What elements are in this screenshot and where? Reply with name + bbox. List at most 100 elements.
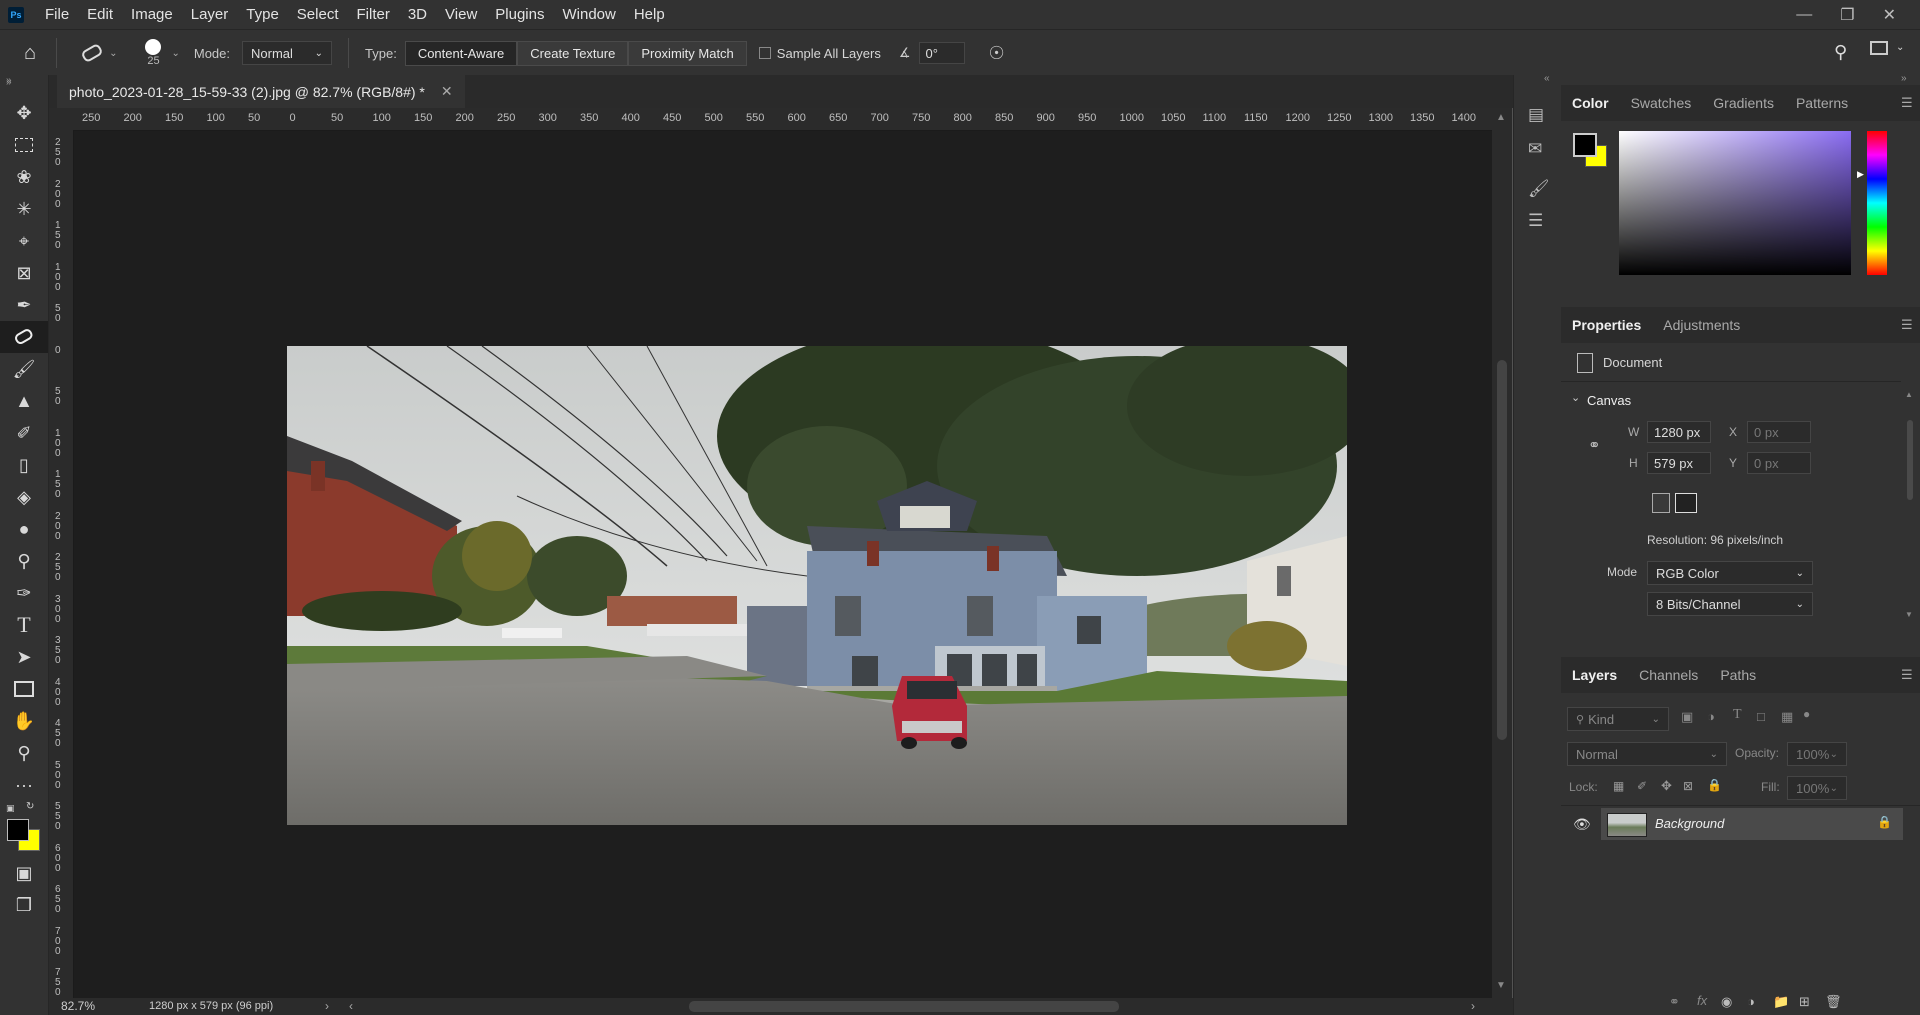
horizontal-ruler[interactable]: 250 200 150 100 50 0 50 100 150 200 250 300 350 400 45… [74, 108, 1492, 131]
vertical-ruler[interactable]: 2 5 0 2 0 0 1 5 0 1 0 0 5 0 0 5 0 1 0 0 1 5 0 2 0… [49, 130, 74, 998]
y-input[interactable]: 0 px [1747, 452, 1811, 474]
width-input[interactable]: 1280 px [1647, 421, 1711, 443]
filter-shape-icon[interactable]: □ [1757, 709, 1765, 724]
proximity-match-button[interactable]: Proximity Match [628, 40, 747, 66]
move-tool-icon[interactable]: ✥ [0, 97, 48, 129]
menu-layer[interactable]: Layer [182, 0, 238, 29]
panel-menu-icon[interactable]: ☰ [1901, 317, 1913, 333]
lock-icon[interactable]: 🔒 [1877, 815, 1892, 829]
hue-slider[interactable] [1867, 131, 1887, 275]
link-layers-icon[interactable]: ⚭ [1669, 994, 1680, 1010]
layer-filter-select[interactable]: ⚲ Kind ⌄ [1567, 707, 1669, 731]
menu-plugins[interactable]: Plugins [486, 0, 553, 29]
brush-size-picker[interactable]: 25 [145, 39, 162, 67]
filter-type-icon[interactable]: T [1733, 707, 1742, 723]
fx-icon[interactable]: fx [1697, 993, 1707, 1008]
color-field[interactable] [1619, 131, 1851, 275]
filter-adjustment-icon[interactable]: ◑ [1707, 709, 1715, 724]
menu-view[interactable]: View [436, 0, 486, 29]
healing-brush-preset-icon[interactable]: ⌄ [81, 44, 117, 62]
marquee-tool-icon[interactable] [0, 129, 48, 161]
history-icon[interactable]: ▤ [1528, 105, 1544, 125]
photoshop-logo[interactable]: Ps [8, 6, 24, 23]
eraser-tool-icon[interactable]: ▯ [0, 449, 48, 481]
healing-brush-tool-icon[interactable] [0, 321, 48, 353]
angle-input[interactable]: 0° [918, 42, 965, 64]
tab-paths[interactable]: Paths [1709, 667, 1767, 683]
lock-image-icon[interactable]: ✐ [1637, 779, 1647, 793]
expand-icon[interactable]: » [6, 77, 12, 88]
screen-mode-icon[interactable]: ❐ [0, 889, 48, 921]
content-aware-button[interactable]: Content-Aware [404, 40, 518, 66]
close-tab-icon[interactable]: ✕ [441, 83, 453, 100]
portrait-orientation-icon[interactable] [1652, 493, 1670, 513]
blend-mode-select[interactable]: Normal ⌄ [1567, 742, 1727, 766]
panel-menu-icon[interactable]: ☰ [1901, 95, 1913, 111]
workspace-icon[interactable] [1870, 41, 1888, 55]
chevron-right-icon[interactable]: › [325, 999, 329, 1013]
tab-properties[interactable]: Properties [1561, 317, 1652, 333]
chevron-down-icon[interactable]: ⌄ [171, 48, 179, 59]
menu-image[interactable]: Image [122, 0, 182, 29]
zoom-level[interactable]: 82.7% [61, 999, 95, 1013]
bit-depth-select[interactable]: 8 Bits/Channel ⌄ [1647, 592, 1813, 616]
eyedropper-tool-icon[interactable]: ✒ [0, 289, 48, 321]
tab-color[interactable]: Color [1561, 95, 1620, 111]
scroll-thumb[interactable] [1497, 360, 1507, 740]
document-tab[interactable]: photo_2023-01-28_15-59-33 (2).jpg @ 82.7… [57, 75, 465, 108]
brushes-icon[interactable]: 🖌 [1528, 179, 1550, 199]
tab-layers[interactable]: Layers [1561, 667, 1628, 683]
scroll-down-icon[interactable]: ▼ [1496, 980, 1506, 991]
blur-tool-icon[interactable]: ● [0, 513, 48, 545]
sample-all-layers-checkbox[interactable] [758, 47, 771, 59]
menu-filter[interactable]: Filter [348, 0, 399, 29]
canvas-vertical-scrollbar[interactable]: ▲ ▼ [1492, 108, 1512, 998]
tab-gradients[interactable]: Gradients [1702, 95, 1785, 111]
menu-type[interactable]: Type [237, 0, 288, 29]
lock-transparent-icon[interactable]: ▦ [1613, 779, 1624, 793]
properties-scrollbar[interactable]: ▲ ▼ [1905, 390, 1915, 620]
opacity-input[interactable]: 100% ⌄ [1787, 742, 1847, 766]
menu-select[interactable]: Select [288, 0, 348, 29]
restore-icon[interactable]: ❐ [1840, 5, 1854, 25]
filter-smart-object-icon[interactable]: ▦ [1781, 709, 1793, 725]
lock-artboard-icon[interactable]: ⊠ [1683, 779, 1693, 793]
brush-tool-icon[interactable]: 🖌 [0, 353, 48, 385]
crop-tool-icon[interactable]: ⌖ [0, 225, 48, 257]
fill-input[interactable]: 100% ⌄ [1787, 776, 1847, 800]
horizontal-scroll-thumb[interactable] [689, 1001, 1119, 1012]
lock-all-icon[interactable]: 🔒 [1707, 778, 1722, 792]
scroll-up-icon[interactable]: ▲ [1496, 112, 1506, 123]
home-icon[interactable]: ⌂ [24, 42, 36, 65]
pen-tool-icon[interactable]: ✑ [0, 577, 48, 609]
filter-toggle-icon[interactable]: ● [1803, 707, 1810, 721]
color-mode-select[interactable]: RGB Color ⌄ [1647, 561, 1813, 585]
new-layer-icon[interactable]: ⊞ [1799, 994, 1810, 1010]
new-group-icon[interactable]: 📁 [1773, 994, 1789, 1010]
hue-slider-handle-icon[interactable]: ▶ [1857, 169, 1864, 180]
frame-tool-icon[interactable]: ⊠ [0, 257, 48, 289]
document-image[interactable] [287, 346, 1347, 825]
layer-row-background[interactable]: Background 🔒 [1601, 808, 1903, 840]
collapse-icon[interactable]: » [1901, 73, 1907, 84]
close-icon[interactable]: ✕ [1883, 5, 1896, 25]
collapse-icon[interactable]: « [1544, 73, 1550, 84]
history-brush-tool-icon[interactable]: ✐ [0, 417, 48, 449]
search-icon[interactable]: ⚲ [1834, 42, 1847, 63]
chevron-down-icon[interactable]: ⌄ [1571, 391, 1580, 404]
panel-menu-icon[interactable]: ☰ [1901, 667, 1913, 683]
create-texture-button[interactable]: Create Texture [517, 40, 629, 66]
chevron-left-icon[interactable]: ‹ [349, 999, 353, 1013]
clone-stamp-tool-icon[interactable]: ▲ [0, 385, 48, 417]
menu-edit[interactable]: Edit [78, 0, 122, 29]
chevron-right-icon[interactable]: › [1471, 999, 1475, 1013]
path-selection-tool-icon[interactable]: ➤ [0, 641, 48, 673]
foreground-color-swatch[interactable] [7, 819, 29, 841]
more-tools-icon[interactable]: ··· [0, 769, 48, 801]
pressure-size-icon[interactable]: ☉ [989, 43, 1005, 64]
swap-colors-icon[interactable]: ↻ [26, 801, 34, 812]
menu-3d[interactable]: 3D [399, 0, 436, 29]
x-input[interactable]: 0 px [1747, 421, 1811, 443]
tab-swatches[interactable]: Swatches [1620, 95, 1703, 111]
hand-tool-icon[interactable]: ✋ [0, 705, 48, 737]
